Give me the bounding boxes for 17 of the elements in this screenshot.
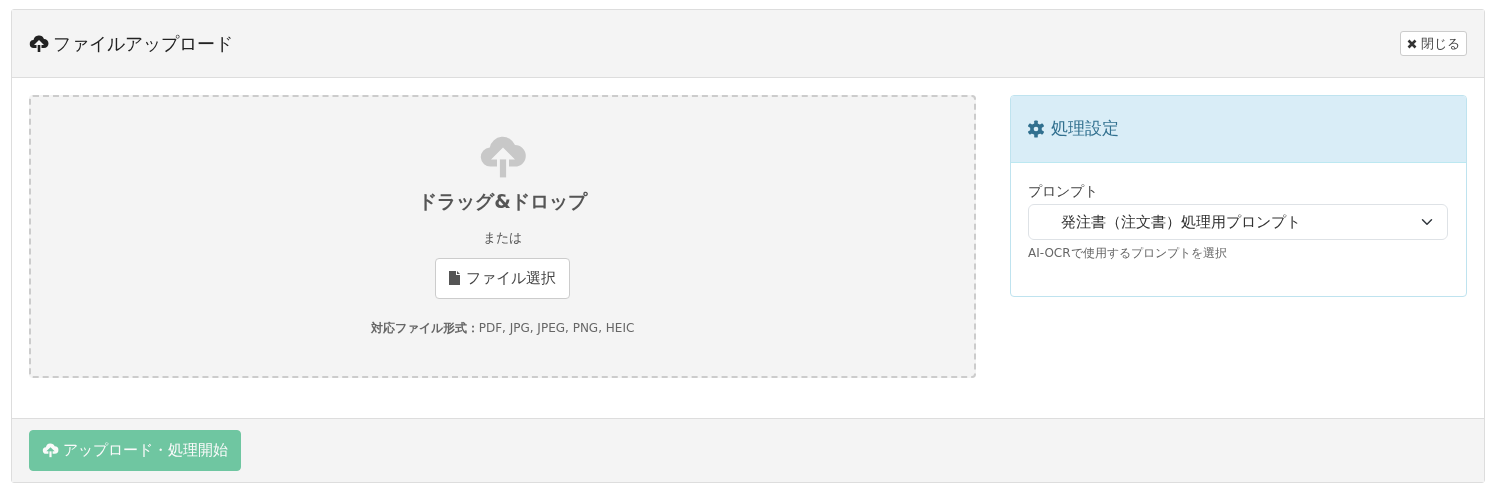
prompt-select[interactable]: 発注書（注文書）処理用プロンプト bbox=[1028, 204, 1448, 240]
cloud-upload-icon bbox=[29, 34, 49, 53]
gear-icon bbox=[1027, 120, 1045, 138]
file-select-button[interactable]: ファイル選択 bbox=[435, 258, 570, 299]
or-text: または bbox=[483, 228, 522, 247]
panel-title: ファイルアップロード bbox=[53, 32, 233, 56]
close-icon bbox=[1407, 38, 1417, 49]
prompt-label: プロンプト bbox=[1028, 182, 1099, 201]
cloud-upload-icon bbox=[42, 443, 59, 458]
file-icon bbox=[449, 271, 460, 286]
drop-zone[interactable]: ドラッグ&ドロップ または ファイル選択 対応ファイル形式：PDF, JPG, JPEG, PNG, HEIC bbox=[29, 95, 976, 378]
cloud-upload-icon bbox=[478, 135, 527, 179]
prompt-help-text: AI-OCRで使用するプロンプトを選択 bbox=[1028, 245, 1228, 262]
drop-heading: ドラッグ&ドロップ bbox=[418, 189, 587, 214]
settings-title: 処理設定 bbox=[1051, 117, 1119, 141]
supported-formats-text: 対応ファイル形式：PDF, JPG, JPEG, PNG, HEIC bbox=[370, 319, 635, 337]
close-button[interactable]: 閉じる bbox=[1400, 30, 1467, 57]
